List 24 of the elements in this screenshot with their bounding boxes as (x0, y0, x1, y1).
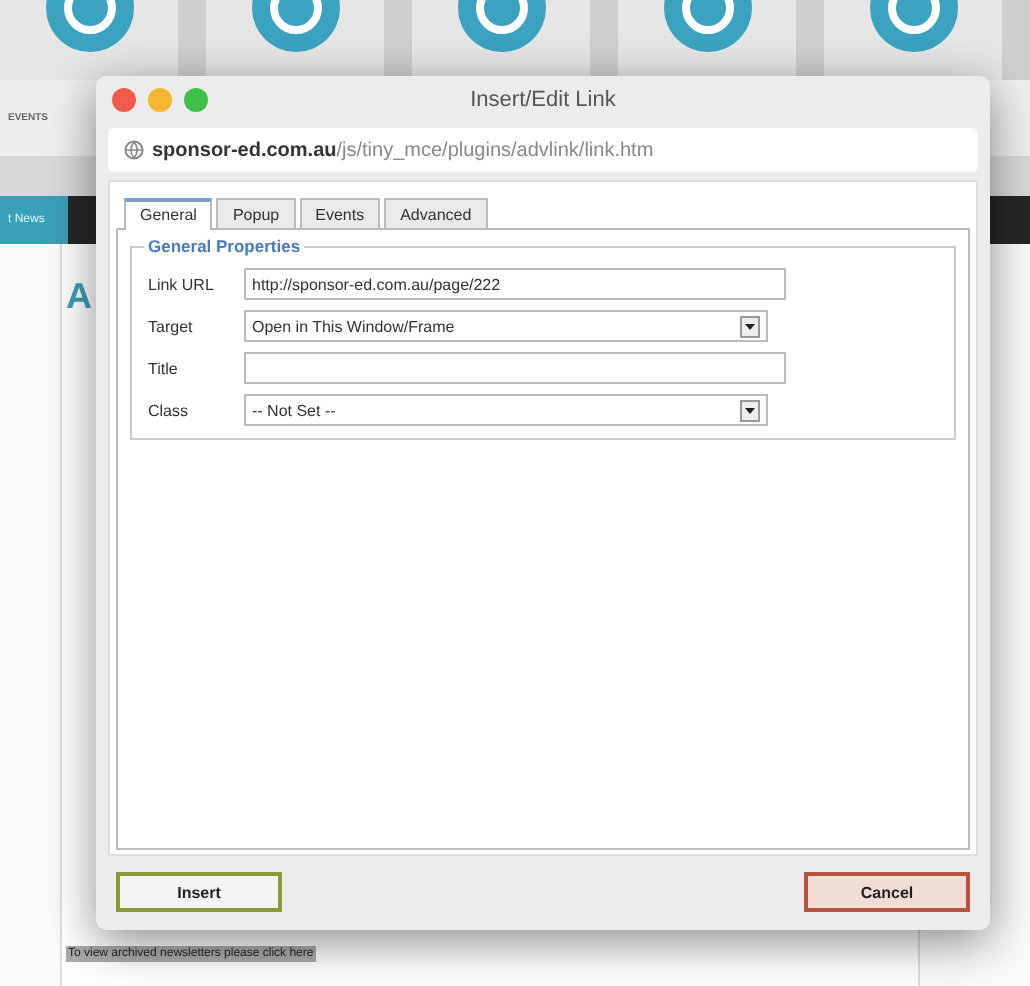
minimize-button[interactable] (148, 88, 172, 112)
insert-button[interactable]: Insert (116, 872, 282, 912)
dialog-tab[interactable]: General (124, 198, 213, 230)
page-url: sponsor-ed.com.au/js/tiny_mce/plugins/advlink/link.htm (152, 139, 654, 161)
dialog-tab[interactable]: Events (299, 198, 381, 228)
page-heading: A (66, 276, 92, 318)
window-title: Insert/Edit Link (470, 88, 616, 112)
field-label: Link URL (148, 275, 216, 293)
dropdown[interactable]: Open in This Window/Frame (244, 310, 768, 342)
dropdown[interactable]: -- Not Set -- (244, 394, 768, 426)
dialog-tab[interactable]: Popup (216, 198, 296, 228)
field-label: Class (148, 401, 191, 419)
group-title: General Properties (144, 236, 305, 256)
close-button[interactable] (112, 88, 136, 112)
zoom-button[interactable] (184, 88, 208, 112)
field-label: Target (148, 317, 195, 335)
caret-icon (740, 315, 760, 337)
text-field[interactable] (244, 352, 786, 384)
cancel-button[interactable]: Cancel (804, 872, 970, 912)
field-label: Title (148, 359, 180, 377)
caret-icon (740, 399, 760, 421)
dialog-tab[interactable]: Advanced (384, 198, 488, 228)
globe-icon (124, 140, 144, 160)
text-field[interactable]: http://sponsor-ed.com.au/page/222 (244, 268, 786, 300)
